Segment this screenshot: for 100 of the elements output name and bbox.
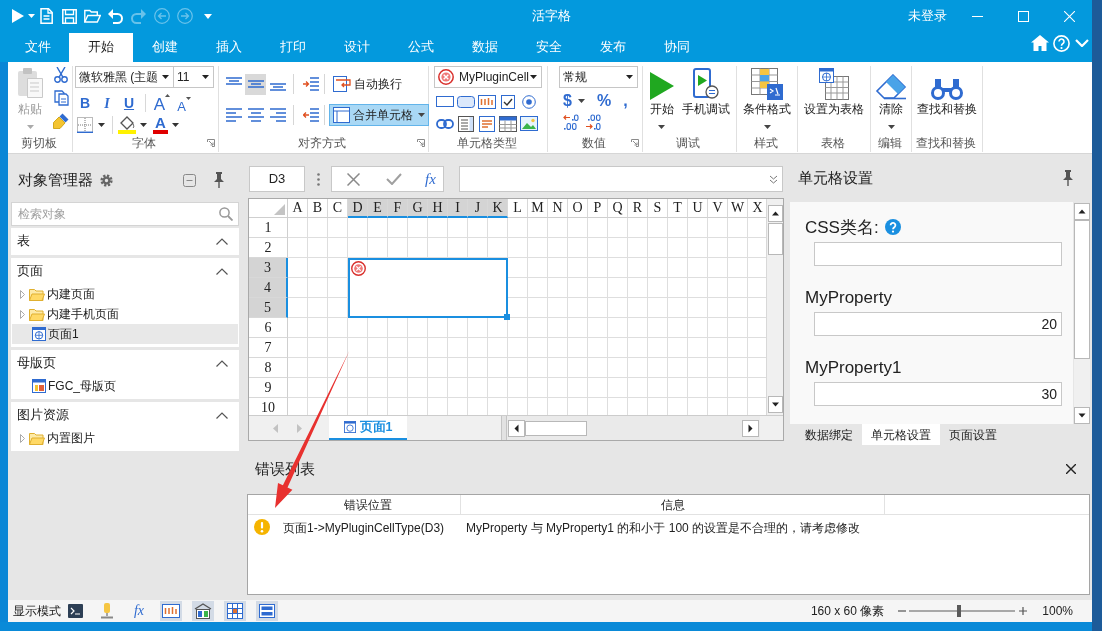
- home-icon[interactable]: [1031, 35, 1049, 51]
- grid-cell[interactable]: [668, 378, 688, 398]
- grid-cell[interactable]: [508, 278, 528, 298]
- grid-cell[interactable]: [348, 378, 368, 398]
- grid-cell[interactable]: [468, 358, 488, 378]
- find-replace-button[interactable]: 查找和替换: [917, 66, 977, 134]
- grid-cell[interactable]: [528, 358, 548, 378]
- font-size-dropdown[interactable]: 11: [174, 66, 214, 88]
- grid-cell[interactable]: [288, 318, 308, 338]
- grid-cell[interactable]: [448, 218, 468, 238]
- radio-icon[interactable]: [521, 94, 536, 109]
- search-icon[interactable]: [219, 207, 233, 221]
- grid-cell[interactable]: [548, 298, 568, 318]
- minimize-icon[interactable]: [971, 15, 983, 17]
- list-box-icon[interactable]: [457, 115, 474, 132]
- grid-cell[interactable]: [328, 278, 348, 298]
- insert-function-button[interactable]: fx: [425, 171, 436, 187]
- merged-cell[interactable]: [348, 258, 508, 318]
- settings-tab[interactable]: 单元格设置: [862, 424, 940, 445]
- grid-cell[interactable]: [288, 278, 308, 298]
- number-format-dropdown[interactable]: 常规: [559, 66, 638, 88]
- grid-cell[interactable]: [668, 338, 688, 358]
- grid-cell[interactable]: [508, 238, 528, 258]
- grid-cell[interactable]: [348, 218, 368, 238]
- grid-cell[interactable]: [588, 278, 608, 298]
- slider-thumb[interactable]: [957, 605, 962, 617]
- grid-cell[interactable]: [728, 238, 748, 258]
- grid-cell[interactable]: [688, 238, 708, 258]
- zoom-percent[interactable]: 100%: [1042, 602, 1073, 620]
- zoom-in-icon[interactable]: [1019, 607, 1028, 615]
- ribbon-tab[interactable]: 开始: [69, 33, 133, 62]
- grid-cell[interactable]: [468, 318, 488, 338]
- decrease-decimal-icon[interactable]: [563, 114, 579, 130]
- grid-cell[interactable]: [528, 258, 548, 278]
- grid-cell[interactable]: [728, 278, 748, 298]
- grid-cell[interactable]: [568, 378, 588, 398]
- grid-cell[interactable]: [548, 218, 568, 238]
- column-header[interactable]: I: [448, 199, 468, 218]
- rounded-rectangle-icon[interactable]: [456, 95, 475, 108]
- settings-tab[interactable]: 数据绑定: [796, 424, 862, 445]
- row-header[interactable]: 5: [249, 298, 288, 318]
- grid-cell[interactable]: [568, 298, 588, 318]
- search-field[interactable]: 检索对象: [11, 202, 239, 226]
- grid-cell[interactable]: [688, 298, 708, 318]
- tree-item[interactable]: 内建页面: [12, 284, 238, 304]
- grid-cell[interactable]: [308, 218, 328, 238]
- grid-cell[interactable]: [388, 358, 408, 378]
- grid-cell[interactable]: [548, 258, 568, 278]
- grid-cell[interactable]: [708, 278, 728, 298]
- mobile-debug-button[interactable]: 手机调试: [681, 66, 730, 134]
- grid-cell[interactable]: [508, 258, 528, 278]
- grid-cell[interactable]: [588, 258, 608, 278]
- border-icon[interactable]: [77, 116, 93, 133]
- help-icon[interactable]: [884, 219, 901, 235]
- column-header[interactable]: D: [348, 199, 368, 218]
- grid-cell[interactable]: [488, 358, 508, 378]
- grid-cell[interactable]: [548, 238, 568, 258]
- grid-cell[interactable]: [468, 378, 488, 398]
- grid-cell[interactable]: [448, 358, 468, 378]
- grid-cell[interactable]: [388, 378, 408, 398]
- grid-cell[interactable]: [568, 338, 588, 358]
- grid-cell[interactable]: [648, 278, 668, 298]
- grow-font-button[interactable]: A: [152, 93, 172, 113]
- set-as-table-button[interactable]: 设置为表格: [804, 66, 864, 134]
- grid-cell[interactable]: [668, 298, 688, 318]
- row-header[interactable]: 1: [249, 218, 288, 238]
- grid-cell[interactable]: [708, 218, 728, 238]
- grid-cell[interactable]: [548, 278, 568, 298]
- lined-box-icon[interactable]: [478, 115, 495, 132]
- mode-button[interactable]: [192, 601, 214, 621]
- chevron-up-icon[interactable]: [216, 267, 228, 275]
- grid-cell[interactable]: [588, 378, 608, 398]
- close-icon[interactable]: [1066, 464, 1076, 474]
- clear-button[interactable]: 清除: [875, 66, 907, 134]
- grid-cell[interactable]: [668, 258, 688, 278]
- dialog-launcher-icon[interactable]: [417, 138, 425, 147]
- text-box-icon[interactable]: [435, 96, 454, 107]
- grid-cell[interactable]: [288, 218, 308, 238]
- grid-cell[interactable]: [568, 358, 588, 378]
- grid-cell[interactable]: [608, 338, 628, 358]
- checkbox-icon[interactable]: [500, 94, 515, 109]
- column-header[interactable]: G: [408, 199, 428, 218]
- grid-cell[interactable]: [728, 378, 748, 398]
- text-field[interactable]: 30: [814, 382, 1062, 406]
- mode-button[interactable]: [256, 601, 278, 621]
- grid-cell[interactable]: [508, 378, 528, 398]
- play-icon[interactable]: [12, 9, 24, 23]
- help-icon[interactable]: [1053, 34, 1070, 52]
- shrink-font-button[interactable]: A: [174, 93, 194, 113]
- column-header[interactable]: A: [288, 199, 308, 218]
- tree-item[interactable]: 内置图片: [12, 428, 238, 448]
- copy-icon[interactable]: [53, 90, 69, 106]
- expand-arrow-icon[interactable]: [20, 433, 25, 443]
- grid-cell[interactable]: [708, 258, 728, 278]
- row-header[interactable]: 9: [249, 378, 288, 398]
- grid-cell[interactable]: [288, 298, 308, 318]
- grid-cell[interactable]: [628, 298, 648, 318]
- conditional-format-button[interactable]: 条件格式: [743, 66, 791, 134]
- grid-cell[interactable]: [328, 318, 348, 338]
- grid-cell[interactable]: [548, 378, 568, 398]
